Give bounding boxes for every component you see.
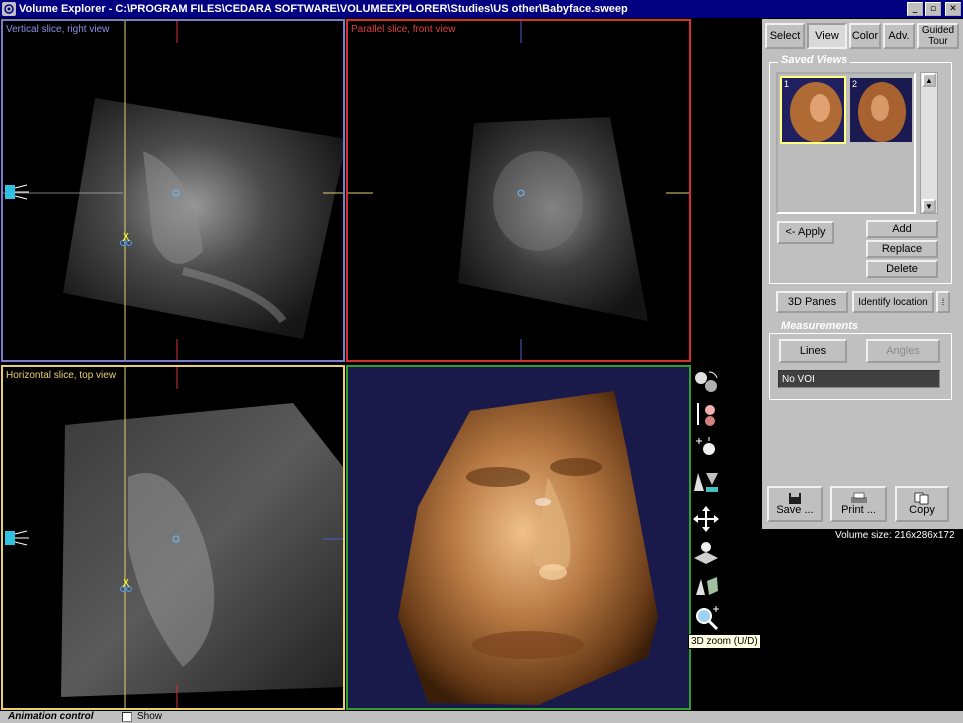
tab-select[interactable]: Select <box>765 23 805 49</box>
save-button[interactable]: Save ... <box>767 486 823 522</box>
vertical-slice-image[interactable] <box>3 21 343 360</box>
light-source-icon[interactable] <box>691 400 721 430</box>
vertical-slice-pane[interactable]: Vertical slice, right view <box>1 19 345 362</box>
animation-control-label: Animation control <box>8 711 94 722</box>
tab-guided-tour[interactable]: Guided Tour <box>917 23 959 49</box>
angles-button[interactable]: Angles <box>866 339 940 363</box>
print-button[interactable]: Print ... <box>830 486 887 522</box>
measurement-status: No VOI <box>778 370 940 388</box>
cut-tool-icon[interactable] <box>691 570 721 600</box>
volume-render-pane[interactable] <box>346 365 691 710</box>
plane-icon[interactable] <box>691 537 721 567</box>
saved-views-title: Saved Views <box>778 54 851 66</box>
saved-view-image-1 <box>782 78 844 142</box>
opacity-icon[interactable] <box>691 466 721 496</box>
add-view-button[interactable]: Add <box>866 220 938 238</box>
saved-view-number-1: 1 <box>784 79 790 89</box>
zoom-3d-icon[interactable] <box>691 603 721 633</box>
maximize-button[interactable]: ▫ <box>925 2 941 16</box>
delete-view-button[interactable]: Delete <box>866 260 938 278</box>
replace-view-button[interactable]: Replace <box>866 240 938 258</box>
move-icon[interactable] <box>691 504 721 534</box>
rotate-head-icon[interactable] <box>691 367 721 397</box>
scroll-up-icon[interactable]: ▲ <box>922 73 936 87</box>
saved-views-list[interactable]: 1 2 <box>776 72 916 214</box>
measurements-title: Measurements <box>778 320 862 332</box>
horizontal-slice-image[interactable] <box>3 367 343 708</box>
identify-location-button[interactable]: Identify location <box>852 291 934 313</box>
minimize-button[interactable]: _ <box>907 2 923 16</box>
tab-advanced[interactable]: Adv. <box>883 23 915 49</box>
tab-color[interactable]: Color <box>849 23 881 49</box>
save-button-label: Save ... <box>776 504 814 516</box>
show-label: Show <box>137 711 163 722</box>
parallel-slice-image[interactable] <box>348 21 689 360</box>
saved-view-thumbnail-1[interactable]: 1 <box>780 76 846 144</box>
scroll-down-icon[interactable]: ▼ <box>922 199 936 213</box>
light-intensity-icon[interactable] <box>691 433 721 463</box>
3d-panes-button[interactable]: 3D Panes <box>776 291 848 313</box>
print-button-label: Print ... <box>841 504 876 516</box>
volume-size-readout: Volume size: 216x286x172 <box>835 530 955 541</box>
tooltip: 3D zoom (U/D) <box>688 634 761 649</box>
animation-control-bar: Animation control Show <box>0 711 963 723</box>
tab-view[interactable]: View <box>807 23 847 49</box>
title-bar: Volume Explorer - C:\PROGRAM FILES\CEDAR… <box>0 0 963 18</box>
parallel-slice-pane[interactable]: Parallel slice, front view <box>346 19 691 362</box>
copy-button-label: Copy <box>909 504 935 516</box>
horizontal-slice-pane[interactable]: Horizontal slice, top view <box>1 365 345 710</box>
saved-view-image-2 <box>850 78 912 142</box>
more-options-button[interactable]: ⁞ <box>936 291 950 313</box>
lines-button[interactable]: Lines <box>779 339 847 363</box>
copy-button[interactable]: Copy <box>895 486 949 522</box>
saved-view-thumbnail-2[interactable]: 2 <box>848 76 914 144</box>
app-icon[interactable] <box>2 2 16 16</box>
saved-views-scrollbar[interactable]: ▲ ▼ <box>920 72 938 214</box>
volume-render-image[interactable] <box>348 367 689 708</box>
apply-button[interactable]: <- Apply <box>777 221 834 244</box>
window-title: Volume Explorer - C:\PROGRAM FILES\CEDAR… <box>19 3 628 15</box>
close-button[interactable]: ✕ <box>945 2 961 16</box>
saved-view-number-2: 2 <box>852 79 858 89</box>
render-toolbar <box>691 367 723 637</box>
show-checkbox[interactable] <box>122 712 132 722</box>
